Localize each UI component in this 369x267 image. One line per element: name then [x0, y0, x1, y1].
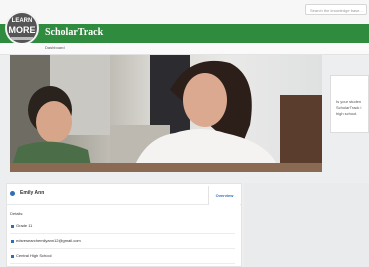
hero-callout-text: Is your studen ScholarTrack i high schoo…: [336, 99, 362, 116]
woman-face: [183, 73, 227, 127]
student-avatar-icon: [10, 191, 15, 196]
school-logo[interactable]: LEARN MORE: [5, 11, 39, 45]
boy-face: [36, 101, 72, 143]
right-side-panel: [244, 183, 369, 267]
top-utility-bar: Search the knowledge base...: [0, 0, 369, 25]
logo-banner: [11, 37, 33, 40]
hero-chair: [280, 95, 322, 165]
school-icon: [11, 255, 14, 258]
detail-row-school: Central High School: [10, 251, 235, 264]
email-icon: [11, 240, 14, 243]
grade-icon: [11, 225, 14, 228]
app-title[interactable]: ScholarTrack: [45, 27, 103, 38]
hero-callout: Is your studen ScholarTrack i high schoo…: [330, 75, 369, 133]
hero-illustration: [10, 55, 322, 172]
grade-value: Grade 11: [16, 223, 33, 228]
school-value: Central High School: [16, 253, 52, 258]
email-value[interactable]: edsresearchemilyann12@gmail.com: [16, 238, 81, 243]
detail-row-grade: Grade 11: [10, 221, 235, 234]
logo-text-line2: MORE: [8, 25, 36, 35]
hero-photo: [10, 55, 322, 172]
search-input[interactable]: Search the knowledge base...: [305, 4, 367, 15]
detail-row-email: edsresearchemilyann12@gmail.com: [10, 236, 235, 249]
logo-text-line1: LEARN: [11, 18, 33, 24]
breadcrumb-dashboard[interactable]: Dashboard: [45, 45, 65, 50]
details-label: Details:: [10, 211, 24, 216]
student-name[interactable]: Emily Ann: [20, 190, 44, 196]
hero-table: [10, 163, 322, 172]
tab-overview[interactable]: Overview: [208, 186, 240, 205]
